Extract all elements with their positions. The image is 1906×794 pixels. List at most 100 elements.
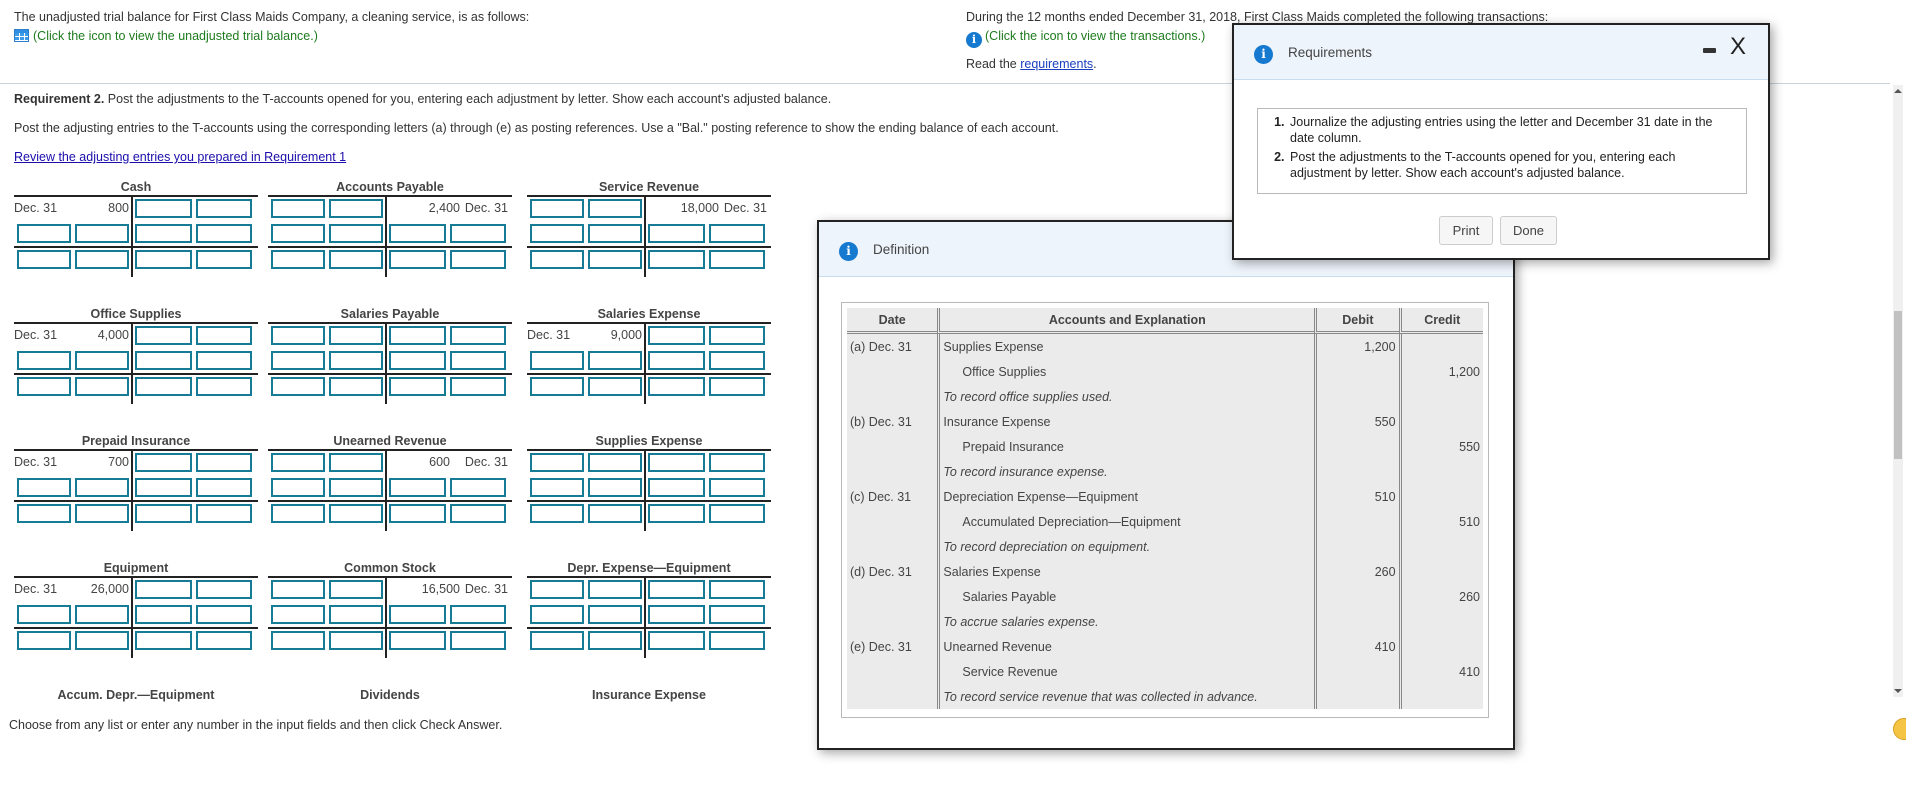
debit-posting-ref-input[interactable] [530,377,584,396]
credit-posting-ref-input[interactable] [135,504,192,523]
debit-posting-ref-input[interactable] [271,377,325,396]
credit-posting-ref-input[interactable] [648,326,705,345]
credit-amount-input[interactable] [450,250,506,269]
credit-amount-input[interactable] [709,326,765,345]
debit-posting-ref-input[interactable] [17,250,71,269]
info-icon[interactable]: i [966,32,982,48]
debit-amount-input[interactable] [75,504,129,523]
credit-posting-ref-input[interactable] [135,351,192,370]
credit-amount-input[interactable] [196,199,252,218]
debit-amount-input[interactable] [329,351,383,370]
credit-posting-ref-input[interactable] [648,478,705,497]
credit-amount-input[interactable] [196,631,252,650]
debit-posting-ref-input[interactable] [271,326,325,345]
debit-amount-input[interactable] [75,478,129,497]
credit-posting-ref-input[interactable] [648,351,705,370]
debit-posting-ref-input[interactable] [530,351,584,370]
debit-amount-input[interactable] [329,224,383,243]
debit-amount-input[interactable] [329,199,383,218]
credit-amount-input[interactable] [709,351,765,370]
credit-posting-ref-input[interactable] [389,377,446,396]
debit-amount-input[interactable] [75,605,129,624]
credit-posting-ref-input[interactable] [135,250,192,269]
requirements-modal-header[interactable]: i Requirements X [1234,25,1768,80]
debit-posting-ref-input[interactable] [530,580,584,599]
credit-amount-input[interactable] [196,580,252,599]
done-button[interactable]: Done [1500,216,1557,245]
credit-amount-input[interactable] [450,605,506,624]
help-icon[interactable] [1893,718,1906,740]
scroll-up-arrow-icon[interactable] [1894,89,1902,93]
vertical-scrollbar[interactable] [1893,85,1903,697]
credit-amount-input[interactable] [196,453,252,472]
trial-balance-link[interactable]: (Click the icon to view the unadjusted t… [33,29,318,43]
debit-amount-input[interactable] [329,605,383,624]
credit-amount-input[interactable] [709,453,765,472]
debit-posting-ref-input[interactable] [530,250,584,269]
debit-amount-input[interactable] [329,453,383,472]
debit-posting-ref-input[interactable] [17,377,71,396]
credit-posting-ref-input[interactable] [135,377,192,396]
scroll-down-arrow-icon[interactable] [1894,689,1902,693]
requirements-link[interactable]: requirements [1020,57,1093,71]
debit-posting-ref-input[interactable] [271,224,325,243]
credit-amount-input[interactable] [709,504,765,523]
debit-amount-input[interactable] [329,504,383,523]
debit-posting-ref-input[interactable] [271,631,325,650]
credit-posting-ref-input[interactable] [648,224,705,243]
credit-amount-input[interactable] [196,224,252,243]
credit-amount-input[interactable] [196,351,252,370]
credit-amount-input[interactable] [450,224,506,243]
credit-posting-ref-input[interactable] [389,326,446,345]
debit-posting-ref-input[interactable] [271,250,325,269]
print-button[interactable]: Print [1439,216,1493,245]
credit-posting-ref-input[interactable] [135,605,192,624]
debit-amount-input[interactable] [588,504,642,523]
debit-amount-input[interactable] [329,631,383,650]
credit-posting-ref-input[interactable] [648,453,705,472]
debit-posting-ref-input[interactable] [271,453,325,472]
credit-posting-ref-input[interactable] [648,250,705,269]
credit-amount-input[interactable] [196,250,252,269]
credit-amount-input[interactable] [709,605,765,624]
credit-posting-ref-input[interactable] [389,504,446,523]
review-requirement-1-link[interactable]: Review the adjusting entries you prepare… [14,150,346,164]
credit-posting-ref-input[interactable] [389,478,446,497]
debit-posting-ref-input[interactable] [530,605,584,624]
debit-posting-ref-input[interactable] [17,478,71,497]
debit-amount-input[interactable] [588,453,642,472]
credit-amount-input[interactable] [709,377,765,396]
transactions-link[interactable]: (Click the icon to view the transactions… [985,29,1205,43]
debit-amount-input[interactable] [588,377,642,396]
debit-posting-ref-input[interactable] [271,605,325,624]
debit-amount-input[interactable] [75,250,129,269]
debit-amount-input[interactable] [75,377,129,396]
debit-amount-input[interactable] [588,478,642,497]
table-icon[interactable] [14,29,29,42]
debit-amount-input[interactable] [588,250,642,269]
debit-amount-input[interactable] [329,250,383,269]
credit-posting-ref-input[interactable] [648,580,705,599]
debit-posting-ref-input[interactable] [271,580,325,599]
credit-amount-input[interactable] [709,580,765,599]
trial-balance-link-row[interactable]: (Click the icon to view the unadjusted t… [14,27,914,46]
credit-posting-ref-input[interactable] [648,504,705,523]
credit-amount-input[interactable] [450,631,506,650]
debit-posting-ref-input[interactable] [271,351,325,370]
credit-amount-input[interactable] [196,377,252,396]
debit-posting-ref-input[interactable] [17,504,71,523]
debit-posting-ref-input[interactable] [271,199,325,218]
credit-amount-input[interactable] [196,478,252,497]
scrollbar-thumb[interactable] [1894,311,1902,459]
credit-amount-input[interactable] [450,478,506,497]
debit-posting-ref-input[interactable] [530,199,584,218]
credit-amount-input[interactable] [450,504,506,523]
credit-amount-input[interactable] [196,326,252,345]
credit-posting-ref-input[interactable] [135,199,192,218]
credit-amount-input[interactable] [709,631,765,650]
credit-posting-ref-input[interactable] [389,351,446,370]
credit-amount-input[interactable] [450,377,506,396]
debit-posting-ref-input[interactable] [530,478,584,497]
credit-posting-ref-input[interactable] [648,377,705,396]
debit-amount-input[interactable] [329,377,383,396]
